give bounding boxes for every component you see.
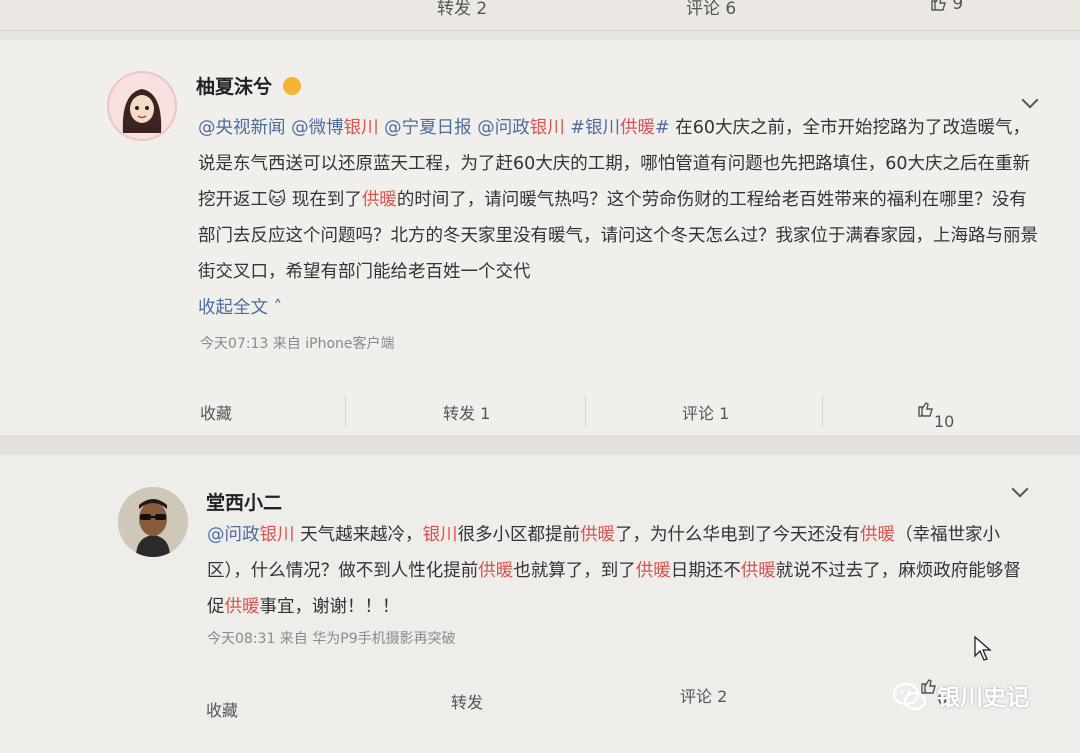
post-text: @央视新闻 @微博银川 @宁夏日报 @问政银川 #银川供暖# 在60大庆之前，全… bbox=[198, 110, 1038, 326]
previous-like-button[interactable]: 9 bbox=[930, 0, 963, 14]
repost-button[interactable]: 转发 1 bbox=[443, 400, 490, 424]
cat-emoji-icon: 🐱 bbox=[268, 190, 287, 210]
collapse-full-text-link[interactable]: 收起全文 ˄ bbox=[198, 298, 282, 318]
post-action-bar: 收藏 转发 1 评论 1 10 bbox=[0, 388, 1080, 432]
keyword-highlight[interactable]: 供暖 bbox=[636, 561, 671, 581]
keyword-highlight[interactable]: 供暖 bbox=[362, 190, 397, 210]
previous-like-count: 9 bbox=[952, 0, 964, 14]
post-divider bbox=[0, 435, 1080, 455]
post-timestamp-source: 今天08:31 来自 华为P9手机摄影再突破 bbox=[207, 631, 456, 647]
avatar-illustration bbox=[109, 73, 175, 139]
repost-button[interactable]: 转发 bbox=[451, 689, 483, 713]
keyword-highlight[interactable]: 供暖 bbox=[225, 597, 260, 617]
watermark-text: 银川史记 bbox=[937, 685, 1029, 711]
text-segment: 了，为什么华电到了今天还没有 bbox=[615, 525, 861, 545]
username[interactable]: 柚夏沫兮 bbox=[196, 72, 301, 99]
comment-button[interactable]: 评论 1 bbox=[682, 400, 729, 424]
text-segment: 日期还不 bbox=[670, 561, 741, 581]
crown-emoji-icon bbox=[282, 77, 301, 95]
mention-link[interactable]: # bbox=[655, 118, 670, 138]
post-timestamp-source: 今天07:13 来自 iPhone客户端 bbox=[200, 336, 395, 352]
comment-button[interactable]: 评论 2 bbox=[680, 683, 727, 707]
keyword-highlight[interactable]: 银川 bbox=[423, 525, 458, 545]
mention-link[interactable]: @问政 bbox=[207, 525, 260, 545]
keyword-highlight[interactable]: 银川 bbox=[344, 118, 379, 138]
previous-repost-button[interactable]: 转发 2 bbox=[437, 0, 487, 19]
thumbs-up-icon bbox=[931, 0, 946, 11]
avatar[interactable] bbox=[118, 487, 188, 557]
previous-post-action-bar: 转发 2 评论 6 9 bbox=[0, 0, 1080, 31]
like-button[interactable]: 10 bbox=[917, 400, 954, 431]
mention-link[interactable]: @宁夏日报 bbox=[384, 118, 472, 138]
keyword-highlight[interactable]: 供暖 bbox=[580, 525, 615, 545]
post-text: @问政银川 天气越来越冷，银川很多小区都提前供暖了，为什么华电到了今天还没有供暖… bbox=[207, 517, 1032, 625]
text-segment: 很多小区都提前 bbox=[457, 525, 581, 545]
username[interactable]: 堂西小二 bbox=[206, 488, 282, 515]
keyword-highlight[interactable]: 供暖 bbox=[620, 118, 655, 138]
mention-link[interactable]: @央视新闻 bbox=[198, 118, 286, 138]
weibo-post: 柚夏沫兮 @央视新闻 @微博银川 @宁夏日报 @问政银川 #银川供暖# 在60大… bbox=[0, 40, 1080, 435]
mention-link[interactable]: @问政 bbox=[477, 118, 530, 138]
keyword-highlight[interactable]: 银川 bbox=[530, 118, 565, 138]
favorite-button[interactable]: 收藏 bbox=[200, 400, 232, 424]
avatar-photo bbox=[118, 487, 188, 557]
chevron-down-icon[interactable] bbox=[1011, 480, 1029, 498]
text-segment: 事宜，谢谢！！！ bbox=[259, 597, 400, 617]
text-segment: 天气越来越冷， bbox=[294, 525, 423, 545]
keyword-highlight[interactable]: 银川 bbox=[260, 525, 295, 545]
avatar[interactable] bbox=[107, 71, 177, 141]
text-segment: 也就算了，到了 bbox=[513, 561, 636, 581]
mention-link[interactable]: #银川 bbox=[570, 118, 620, 138]
chevron-down-icon[interactable] bbox=[1021, 91, 1039, 109]
wechat-icon bbox=[893, 682, 927, 711]
thumbs-up-icon bbox=[918, 402, 933, 417]
mouse-cursor-icon bbox=[974, 636, 992, 661]
favorite-button[interactable]: 收藏 bbox=[206, 697, 238, 721]
mention-link[interactable]: @微博 bbox=[291, 118, 344, 138]
like-count: 10 bbox=[934, 412, 955, 431]
text-segment: 现在到了 bbox=[286, 190, 362, 210]
keyword-highlight[interactable]: 供暖 bbox=[478, 561, 513, 581]
previous-comment-button[interactable]: 评论 6 bbox=[686, 0, 736, 19]
keyword-highlight[interactable]: 供暖 bbox=[860, 525, 895, 545]
keyword-highlight[interactable]: 供暖 bbox=[741, 561, 776, 581]
